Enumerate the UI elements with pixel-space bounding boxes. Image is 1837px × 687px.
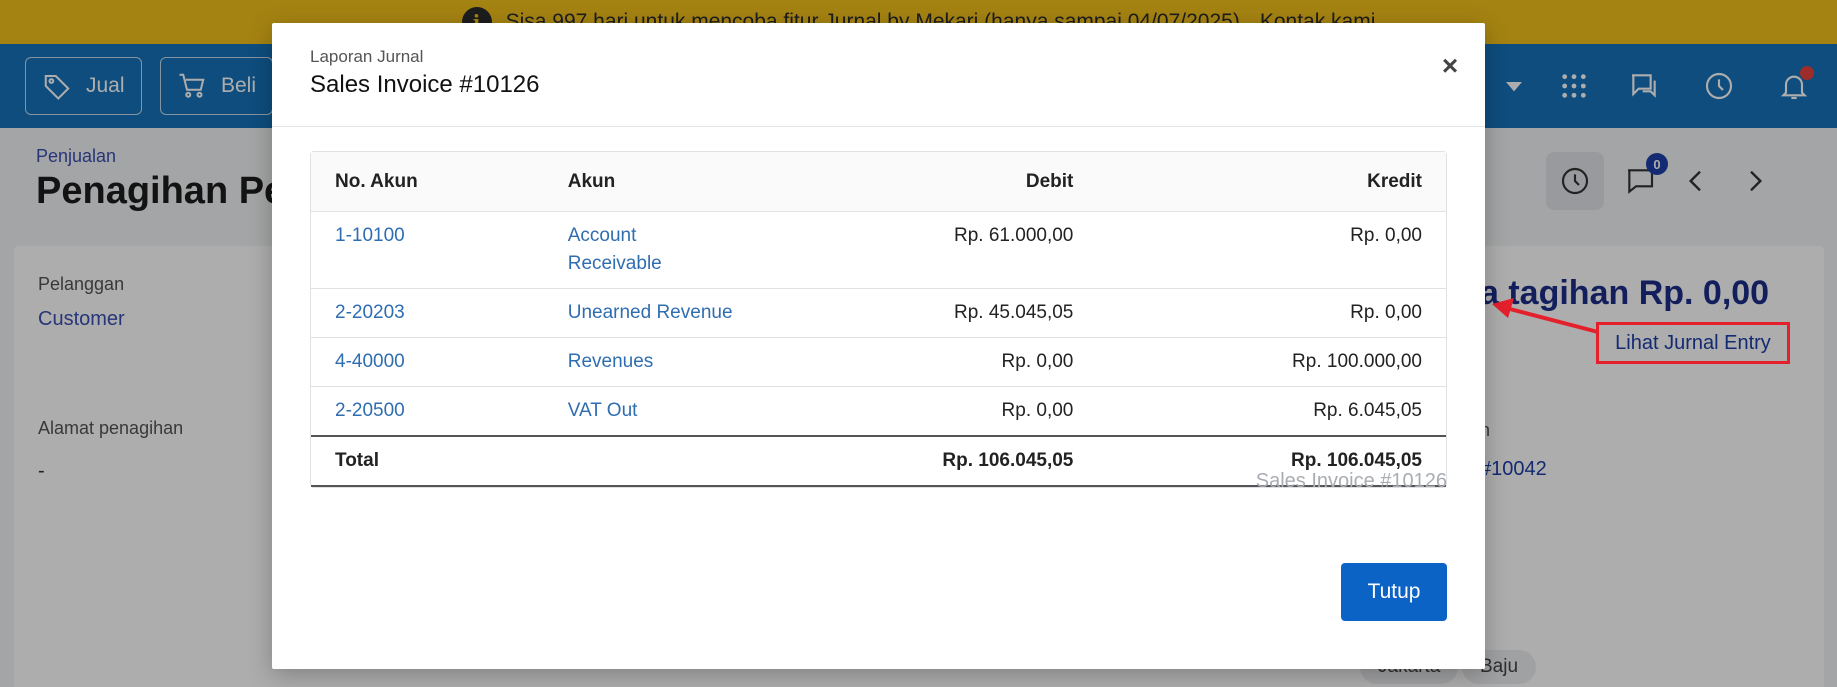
account-name-link[interactable]: Unearned Revenue (543, 289, 790, 338)
column-header-kredit: Kredit (1097, 152, 1446, 212)
account-name-line: Receivable (567, 253, 662, 274)
account-number-link[interactable]: 1-10100 (311, 212, 544, 289)
journal-report-modal: Laporan Jurnal Sales Invoice #10126 × No… (272, 23, 1485, 669)
modal-title: Sales Invoice #10126 (310, 71, 540, 98)
journal-table: No. Akun Akun Debit Kredit 1-10100 Accou… (310, 151, 1447, 488)
account-number-link[interactable]: 4-40000 (311, 338, 544, 387)
close-icon[interactable]: × (1435, 50, 1465, 81)
account-name-link[interactable]: Revenues (543, 338, 790, 387)
table-row: 2-20203 Unearned Revenue Rp. 45.045,05 R… (311, 289, 1446, 338)
column-header-debit: Debit (789, 152, 1098, 212)
view-journal-entry-highlight[interactable] (1596, 322, 1790, 364)
table-row: 4-40000 Revenues Rp. 0,00 Rp. 100.000,00 (311, 338, 1446, 387)
table-row: 2-20500 VAT Out Rp. 0,00 Rp. 6.045,05 (311, 387, 1446, 435)
column-header-no-akun: No. Akun (311, 152, 544, 212)
debit-cell: Rp. 61.000,00 (789, 212, 1098, 289)
kredit-cell: Rp. 0,00 (1097, 212, 1446, 289)
transaction-reference: Sales Invoice #10126 (1255, 470, 1447, 492)
table-header-row: No. Akun Akun Debit Kredit (311, 152, 1446, 212)
total-empty-cell (543, 435, 790, 487)
column-header-akun: Akun (543, 152, 790, 212)
account-number-link[interactable]: 2-20500 (311, 387, 544, 435)
kredit-cell: Rp. 6.045,05 (1313, 400, 1422, 421)
modal-subtitle: Laporan Jurnal (310, 47, 424, 66)
table-row: 1-10100 Account Receivable Rp. 61.000,00 … (311, 212, 1446, 289)
account-name-link[interactable]: Account Receivable (543, 212, 790, 289)
debit-cell: Rp. 45.045,05 (789, 289, 1098, 338)
account-name-line: Account (567, 225, 637, 246)
close-button[interactable]: Tutup (1341, 563, 1447, 621)
annotation-arrow-icon (1492, 298, 1599, 334)
debit-cell: Rp. 0,00 (789, 338, 1098, 387)
kredit-cell: Rp. 0,00 (1097, 289, 1446, 338)
account-name-link[interactable]: VAT Out (544, 387, 790, 435)
account-number-link[interactable]: 2-20203 (311, 289, 544, 338)
total-label: Total (311, 435, 544, 487)
total-debit: Rp. 106.045,05 (789, 435, 1098, 487)
debit-cell: Rp. 0,00 (1001, 400, 1074, 421)
modal-header: Laporan Jurnal Sales Invoice #10126 × (272, 23, 1485, 127)
kredit-cell: Rp. 100.000,00 (1097, 338, 1446, 387)
